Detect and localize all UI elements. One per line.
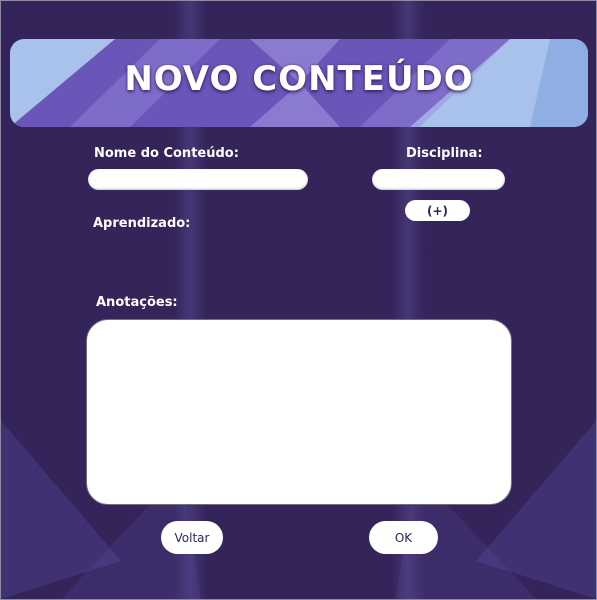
app-window: NOVO CONTEÚDO Nome do Conteúdo: Discipli…: [0, 0, 597, 600]
header-banner: NOVO CONTEÚDO: [10, 39, 588, 127]
notes-label: Anotações:: [96, 295, 178, 310]
content-name-label: Nome do Conteúdo:: [94, 146, 239, 161]
page-title: NOVO CONTEÚDO: [124, 59, 474, 99]
back-button[interactable]: Voltar: [161, 521, 223, 554]
discipline-label: Disciplina:: [406, 146, 483, 161]
add-discipline-button[interactable]: (+): [405, 200, 470, 221]
ok-button[interactable]: OK: [369, 521, 438, 554]
notes-textarea[interactable]: [86, 319, 512, 505]
discipline-input[interactable]: [372, 169, 505, 190]
content-name-input[interactable]: [88, 169, 308, 190]
learning-label: Aprendizado:: [93, 216, 191, 231]
